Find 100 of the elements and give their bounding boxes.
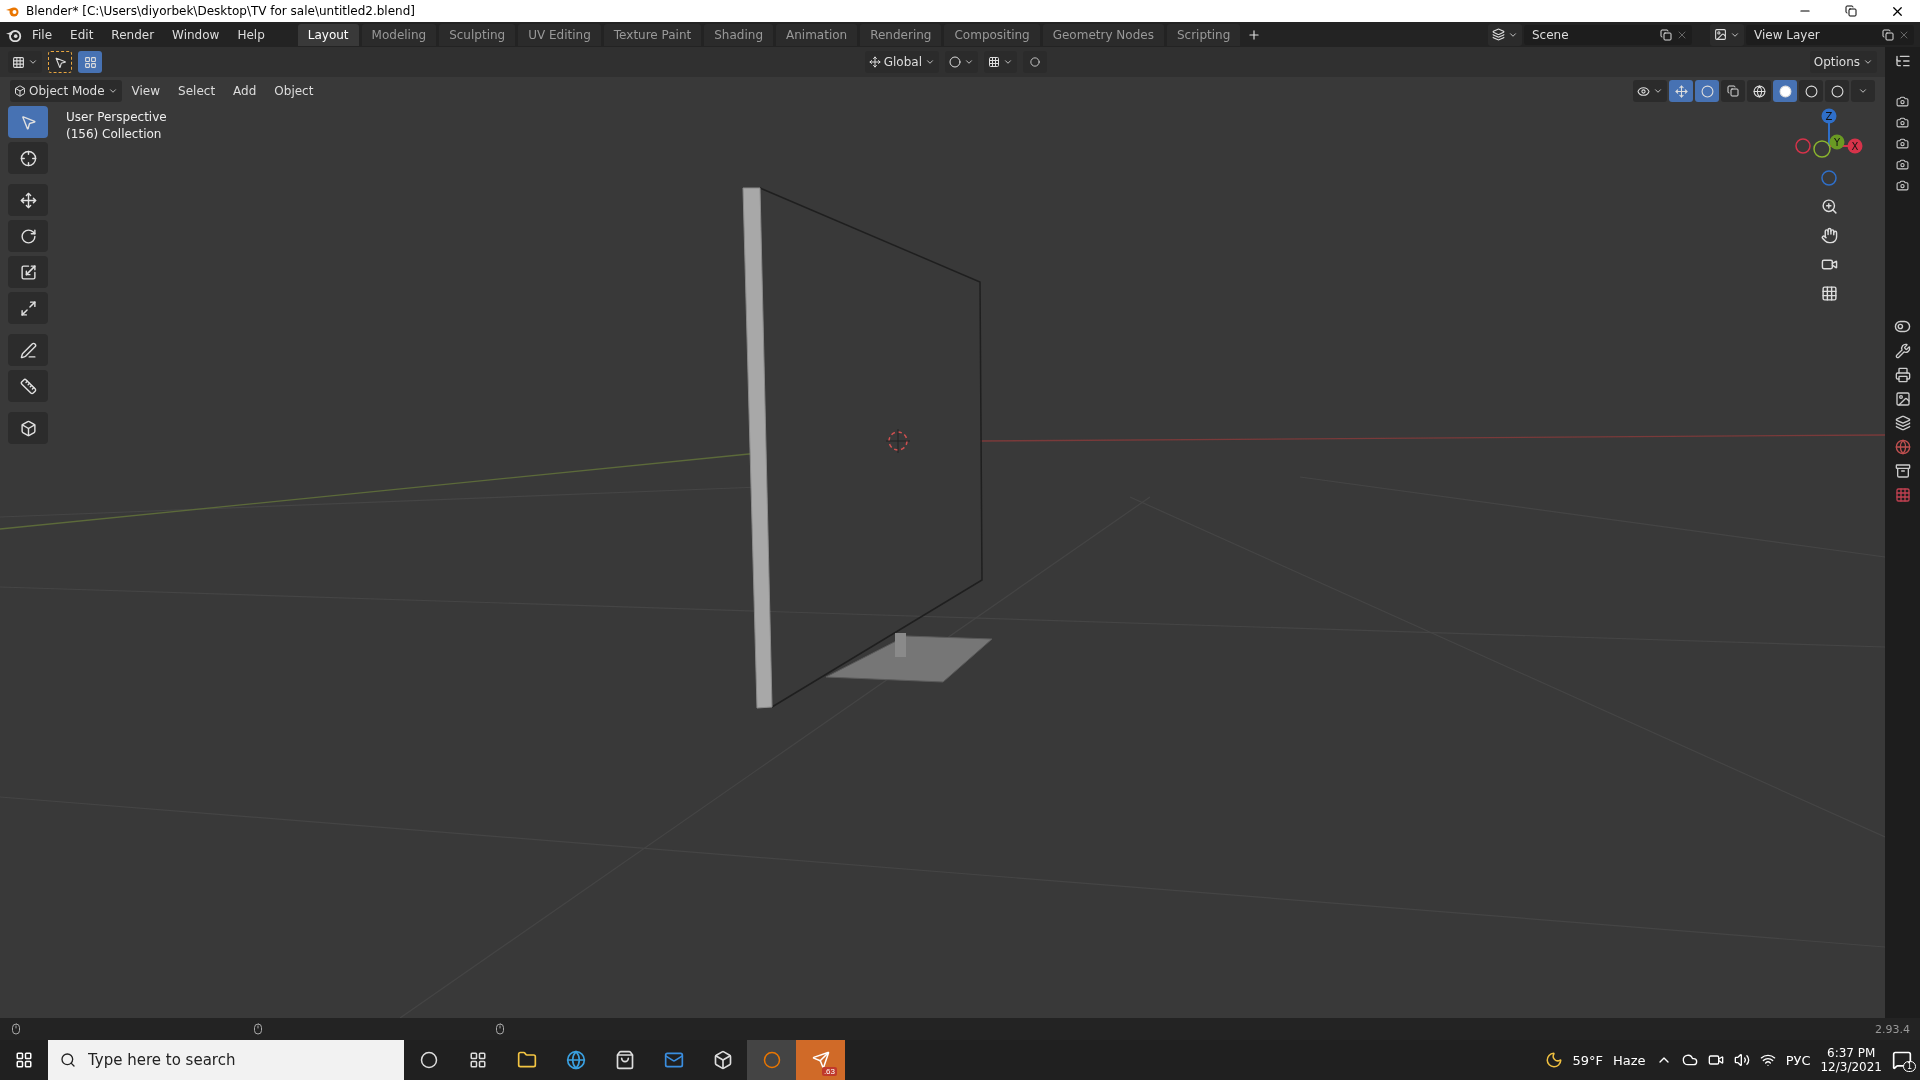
workspace-tab[interactable]: Rendering <box>860 23 942 46</box>
folder-icon <box>516 1050 537 1070</box>
axis-gizmo-drawing[interactable]: Z Y X <box>1789 106 1869 186</box>
snap-grid-icon <box>988 56 1000 68</box>
menu-item[interactable]: Edit <box>62 25 102 44</box>
task-view-icon <box>468 1051 487 1069</box>
duplicate-icon <box>1660 28 1672 41</box>
pen-icon <box>19 341 37 359</box>
scene-selector-button[interactable] <box>1488 23 1522 46</box>
cloud-icon[interactable] <box>1681 1052 1698 1068</box>
transform-tool-button[interactable] <box>8 292 48 324</box>
pivot-icon <box>949 56 961 68</box>
gizmo-toggle-button[interactable] <box>1669 80 1693 102</box>
window-title: Blender* [C:\Users\diyorbek\Desktop\TV for sale\untitled2.blend] <box>26 4 416 18</box>
add-tool-button[interactable] <box>8 412 48 444</box>
editor-type-button[interactable] <box>8 51 42 73</box>
printer-icon[interactable] <box>1894 367 1911 383</box>
menu-item[interactable]: Help <box>229 25 273 44</box>
camera-icon[interactable] <box>1896 137 1909 150</box>
pointer-icon <box>53 55 67 69</box>
volume-icon[interactable] <box>1733 1052 1750 1068</box>
image-icon <box>1714 28 1727 41</box>
workspace-tab[interactable]: Scripting <box>1166 23 1241 46</box>
viewport-menu-item[interactable]: View <box>123 82 169 100</box>
workspace-tab[interactable]: UV Editing <box>518 23 601 46</box>
temperature-text: 59°F <box>1572 1052 1604 1068</box>
paper-plane-icon <box>811 1051 830 1069</box>
visibility-button[interactable] <box>1633 80 1667 102</box>
options-button[interactable]: Options <box>1809 51 1877 73</box>
shading-mode-button[interactable] <box>1773 80 1797 102</box>
caret-icon <box>925 57 935 67</box>
proportional-edit-button[interactable] <box>1023 51 1047 73</box>
scale-icon <box>19 263 37 281</box>
orientation-dropdown[interactable]: Global <box>864 51 939 73</box>
view-layer-selector-button[interactable] <box>1710 23 1744 46</box>
telegram-taskbar-button[interactable]: .63 <box>796 1040 845 1080</box>
eye-icon <box>1637 84 1650 98</box>
taskbar-search-field[interactable]: Type here to search <box>48 1040 404 1080</box>
measure-tool-button[interactable] <box>8 370 48 402</box>
menu-item[interactable]: Window <box>164 25 228 44</box>
ruler-icon <box>19 377 37 395</box>
view-layer-field[interactable]: View Layer <box>1746 24 1914 45</box>
viewport-menu-item[interactable]: Select <box>170 82 224 100</box>
workspace-tab[interactable]: Animation <box>776 23 858 46</box>
globe-icon[interactable] <box>1894 439 1911 455</box>
restore-icon <box>1845 5 1857 17</box>
hand-icon[interactable] <box>1820 227 1838 244</box>
workspace-tab[interactable]: Compositing <box>944 23 1040 46</box>
camera-icon[interactable] <box>1896 179 1909 192</box>
overlay-toggle-button[interactable] <box>1695 80 1719 102</box>
caret-icon <box>1863 57 1873 67</box>
rotate-tool-button[interactable] <box>8 220 48 252</box>
clock[interactable]: 6:37 PM 12/3/2021 <box>1820 1046 1882 1074</box>
cursor-tool-button[interactable] <box>8 142 48 174</box>
viewport-menu-item[interactable]: Object <box>266 82 322 100</box>
wrench-icon[interactable] <box>1894 343 1911 359</box>
shading-mode-button[interactable] <box>1799 80 1823 102</box>
notification-icon[interactable] <box>1892 1050 1912 1070</box>
outliner-icon[interactable] <box>1894 53 1911 69</box>
zoom-icon[interactable] <box>1820 198 1838 215</box>
grid-icon[interactable] <box>1820 285 1838 302</box>
archive-icon[interactable] <box>1894 463 1911 479</box>
menu-item[interactable]: File <box>24 25 61 44</box>
wifi-icon[interactable] <box>1759 1052 1776 1068</box>
menu-item[interactable]: Render <box>103 25 163 44</box>
workspace-tab[interactable]: Modeling <box>361 23 437 46</box>
camera-icon[interactable] <box>1896 95 1909 108</box>
scale-tool-button[interactable] <box>8 256 48 288</box>
xray-button[interactable] <box>1721 80 1745 102</box>
transform-icon <box>19 299 37 317</box>
checker-icon[interactable] <box>1894 487 1911 503</box>
language-indicator[interactable]: РУС <box>1785 1052 1811 1068</box>
3d-cursor-icon <box>885 428 911 454</box>
object-mode-dropdown[interactable]: Object Mode <box>10 80 122 102</box>
mouse-icon <box>494 1023 506 1035</box>
image-icon[interactable] <box>1894 391 1911 407</box>
video-icon[interactable] <box>1707 1052 1724 1068</box>
annotate-tool-button[interactable] <box>8 334 48 366</box>
ring-icon <box>419 1051 438 1069</box>
shading-mode-button[interactable] <box>1825 80 1849 102</box>
workspace-tab[interactable]: Geometry Nodes <box>1042 23 1164 46</box>
select-tool-button[interactable] <box>48 51 72 73</box>
scene-field[interactable]: Scene <box>1524 24 1692 45</box>
grid-icon <box>12 55 25 69</box>
layers-icon[interactable] <box>1894 415 1911 431</box>
rotate-icon <box>19 227 37 245</box>
camera-icon[interactable] <box>1896 158 1909 171</box>
workspace-tab[interactable]: Sculpting <box>439 23 516 46</box>
shading-mode-button[interactable] <box>1747 80 1771 102</box>
workspace-tab[interactable]: Texture Paint <box>603 23 702 46</box>
selection-mode-button[interactable] <box>78 51 102 73</box>
viewport-menu-item[interactable]: Add <box>225 82 265 100</box>
snap-button[interactable] <box>984 51 1017 73</box>
camera-icon[interactable] <box>1896 116 1909 129</box>
pivot-button[interactable] <box>945 51 978 73</box>
plus-icon <box>1247 27 1262 42</box>
workspace-tab[interactable]: Shading <box>704 23 773 46</box>
workspace-tab[interactable]: Layout <box>297 23 359 46</box>
move-tool-button[interactable] <box>8 184 48 216</box>
toggle-icon[interactable] <box>1894 318 1911 335</box>
